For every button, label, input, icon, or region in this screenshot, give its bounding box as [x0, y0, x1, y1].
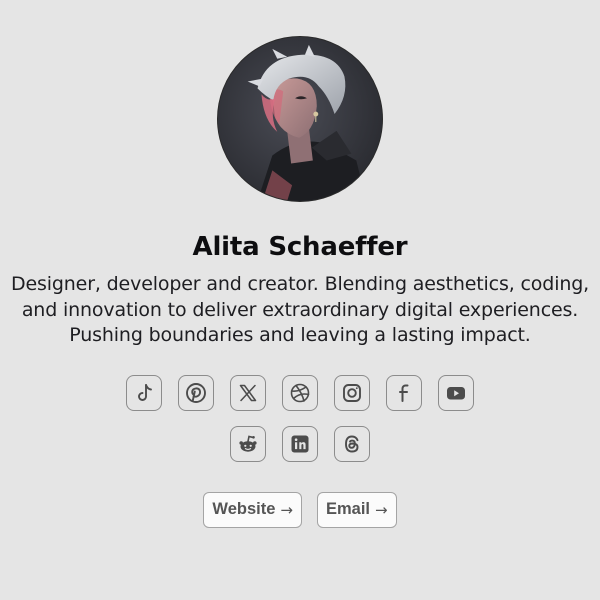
- linkedin-icon: [291, 435, 309, 452]
- arrow-right-icon: →: [375, 500, 388, 519]
- avatar: [217, 36, 383, 202]
- dribbble-link[interactable]: [282, 374, 318, 411]
- threads-link[interactable]: [334, 425, 370, 462]
- pinterest-icon: [186, 382, 206, 403]
- facebook-icon: [399, 384, 409, 402]
- x-icon: [239, 384, 257, 401]
- website-button[interactable]: Website →: [203, 491, 302, 528]
- avatar-portrait: [218, 37, 382, 201]
- linkedin-link[interactable]: [282, 425, 318, 462]
- arrow-right-icon: →: [280, 500, 293, 519]
- tiktok-link[interactable]: [126, 374, 162, 411]
- threads-icon: [345, 435, 359, 452]
- youtube-icon: [447, 386, 465, 399]
- email-button[interactable]: Email →: [316, 491, 397, 528]
- email-button-label: Email: [325, 500, 370, 518]
- instagram-icon: [343, 383, 361, 402]
- pinterest-link[interactable]: [178, 374, 214, 411]
- profile-bio: Designer, developer and creator. Blendin…: [10, 273, 590, 346]
- tiktok-icon: [138, 383, 152, 401]
- profile-page: Alita Schaeffer Designer, developer and …: [0, 0, 600, 600]
- x-link[interactable]: [230, 374, 266, 411]
- dribbble-icon: [290, 383, 310, 402]
- profile-name: Alita Schaeffer: [192, 232, 408, 262]
- instagram-link[interactable]: [334, 374, 370, 411]
- website-button-label: Website: [212, 500, 276, 518]
- link-buttons: Website → Email →: [203, 491, 397, 528]
- reddit-link[interactable]: [230, 425, 266, 462]
- youtube-link[interactable]: [438, 374, 474, 411]
- reddit-icon: [239, 435, 257, 452]
- facebook-link[interactable]: [386, 374, 422, 411]
- social-links: [120, 374, 480, 462]
